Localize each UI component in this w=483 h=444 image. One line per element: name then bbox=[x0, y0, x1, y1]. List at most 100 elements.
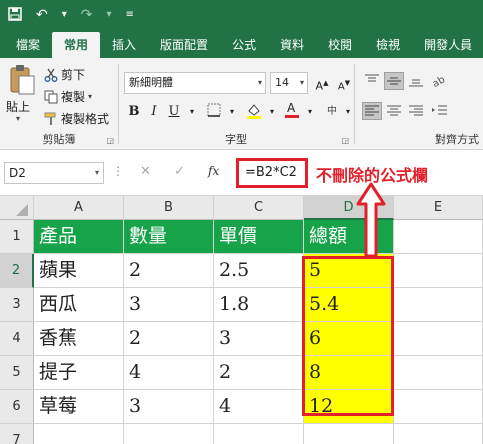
text-orientation-icon[interactable]: ab bbox=[430, 72, 450, 90]
cell-d1[interactable]: 總額 bbox=[304, 220, 394, 254]
font-size-select[interactable]: 14 ▾ bbox=[270, 72, 308, 94]
bottom-align-icon[interactable] bbox=[406, 72, 426, 90]
tab-6[interactable]: 校閱 bbox=[316, 32, 364, 58]
borders-dropdown-icon[interactable]: ▾ bbox=[222, 102, 242, 122]
save-icon[interactable] bbox=[8, 6, 22, 24]
font-color-dropdown-icon[interactable]: ▾ bbox=[300, 102, 320, 122]
tab-1[interactable]: 常用 bbox=[52, 32, 101, 58]
cell-e2[interactable] bbox=[394, 254, 483, 288]
tab-7[interactable]: 檢視 bbox=[364, 32, 412, 58]
underline-dropdown-icon[interactable]: ▾ bbox=[182, 102, 202, 122]
column-header-e[interactable]: E bbox=[394, 196, 483, 220]
italic-button[interactable]: I bbox=[144, 102, 164, 122]
cell-a2[interactable]: 蘋果 bbox=[34, 254, 124, 288]
row-header-2[interactable]: 2 bbox=[0, 254, 34, 288]
enter-icon[interactable]: ✓ bbox=[174, 164, 185, 179]
borders-icon[interactable] bbox=[204, 102, 224, 122]
underline-button[interactable]: U bbox=[164, 102, 184, 122]
cut-button[interactable]: 剪下 bbox=[44, 66, 85, 83]
cell-d4[interactable]: 6 bbox=[304, 322, 394, 356]
copy-dropdown-icon[interactable]: ▾ bbox=[88, 92, 92, 101]
row-header-6[interactable]: 6 bbox=[0, 390, 34, 424]
increase-font-icon[interactable]: A▲ bbox=[312, 73, 332, 93]
tab-0[interactable]: 檔案 bbox=[4, 32, 52, 58]
cell-b1[interactable]: 數量 bbox=[124, 220, 214, 254]
dialog-launcher-icon[interactable]: ◲ bbox=[106, 136, 114, 145]
copy-button[interactable]: 複製 ▾ bbox=[44, 88, 92, 105]
font-name-select[interactable]: 新細明體 ▾ bbox=[124, 72, 266, 94]
row-header-3[interactable]: 3 bbox=[0, 288, 34, 322]
cell-a1[interactable]: 產品 bbox=[34, 220, 124, 254]
cell-e4[interactable] bbox=[394, 322, 483, 356]
cell-d5[interactable]: 8 bbox=[304, 356, 394, 390]
undo-icon[interactable]: ↶ bbox=[36, 8, 48, 22]
cell-e6[interactable] bbox=[394, 390, 483, 424]
cell-b7[interactable] bbox=[124, 424, 214, 444]
cell-c3[interactable]: 1.8 bbox=[214, 288, 304, 322]
formula-bar-grip-icon[interactable]: ⋮ bbox=[112, 164, 124, 178]
cell-a3[interactable]: 西瓜 bbox=[34, 288, 124, 322]
redo-icon[interactable]: ↷ bbox=[81, 8, 93, 22]
cell-a6[interactable]: 草莓 bbox=[34, 390, 124, 424]
align-right-icon[interactable] bbox=[406, 102, 426, 120]
tab-5[interactable]: 資料 bbox=[268, 32, 316, 58]
fill-color-icon[interactable] bbox=[244, 102, 264, 122]
cell-e7[interactable] bbox=[394, 424, 483, 444]
insert-function-icon[interactable]: fx bbox=[208, 164, 219, 178]
cell-c6[interactable]: 4 bbox=[214, 390, 304, 424]
tab-8[interactable]: 開發人員 bbox=[412, 32, 483, 58]
fill-color-dropdown-icon[interactable]: ▾ bbox=[262, 102, 282, 122]
format-painter-button[interactable]: 複製格式 bbox=[44, 110, 109, 127]
formula-input[interactable]: =B2*C2 bbox=[236, 158, 308, 188]
tab-2[interactable]: 插入 bbox=[100, 32, 148, 58]
cell-e5[interactable] bbox=[394, 356, 483, 390]
font-color-icon[interactable]: A bbox=[282, 100, 302, 120]
cell-a5[interactable]: 提子 bbox=[34, 356, 124, 390]
paste-icon[interactable] bbox=[8, 64, 36, 96]
name-box[interactable]: D2 ▾ bbox=[4, 162, 104, 184]
paste-button[interactable]: 貼上 bbox=[6, 98, 30, 115]
cell-d7[interactable] bbox=[304, 424, 394, 444]
cell-c1[interactable]: 單價 bbox=[214, 220, 304, 254]
cell-c5[interactable]: 2 bbox=[214, 356, 304, 390]
cell-b5[interactable]: 4 bbox=[124, 356, 214, 390]
cell-d2[interactable]: 5 bbox=[304, 254, 394, 288]
row-header-7[interactable]: 7 bbox=[0, 424, 34, 444]
middle-align-icon[interactable] bbox=[384, 72, 404, 90]
align-center-icon[interactable] bbox=[384, 102, 404, 120]
cell-b3[interactable]: 3 bbox=[124, 288, 214, 322]
bold-button[interactable]: B bbox=[124, 102, 144, 122]
customize-icon[interactable]: ≡ bbox=[126, 10, 134, 20]
paste-dropdown-icon[interactable]: ▾ bbox=[16, 114, 20, 123]
decrease-font-icon[interactable]: A▼ bbox=[334, 73, 354, 93]
cell-a4[interactable]: 香蕉 bbox=[34, 322, 124, 356]
indent-icon[interactable] bbox=[430, 102, 450, 120]
tab-3[interactable]: 版面配置 bbox=[148, 32, 220, 58]
cell-c2[interactable]: 2.5 bbox=[214, 254, 304, 288]
dialog-launcher-icon[interactable]: ◲ bbox=[341, 136, 349, 145]
cancel-icon[interactable]: ✕ bbox=[140, 164, 151, 179]
align-left-icon[interactable] bbox=[362, 102, 382, 120]
row-header-5[interactable]: 5 bbox=[0, 356, 34, 390]
undo-dropdown-icon[interactable]: ▾ bbox=[62, 10, 67, 20]
column-header-d[interactable]: D bbox=[304, 196, 394, 220]
cell-c4[interactable]: 3 bbox=[214, 322, 304, 356]
cell-d3[interactable]: 5.4 bbox=[304, 288, 394, 322]
cell-b4[interactable]: 2 bbox=[124, 322, 214, 356]
redo-dropdown-icon[interactable]: ▾ bbox=[107, 10, 112, 20]
column-header-c[interactable]: C bbox=[214, 196, 304, 220]
cell-d6[interactable]: 12 bbox=[304, 390, 394, 424]
cell-c7[interactable] bbox=[214, 424, 304, 444]
column-header-a[interactable]: A bbox=[34, 196, 124, 220]
cell-e3[interactable] bbox=[394, 288, 483, 322]
cell-b2[interactable]: 2 bbox=[124, 254, 214, 288]
cell-e1[interactable] bbox=[394, 220, 483, 254]
cell-b6[interactable]: 3 bbox=[124, 390, 214, 424]
select-all-corner[interactable] bbox=[0, 196, 34, 220]
row-header-4[interactable]: 4 bbox=[0, 322, 34, 356]
top-align-icon[interactable] bbox=[362, 72, 382, 90]
cell-a7[interactable] bbox=[34, 424, 124, 444]
row-header-1[interactable]: 1 bbox=[0, 220, 34, 254]
column-header-b[interactable]: B bbox=[124, 196, 214, 220]
tab-4[interactable]: 公式 bbox=[220, 32, 268, 58]
